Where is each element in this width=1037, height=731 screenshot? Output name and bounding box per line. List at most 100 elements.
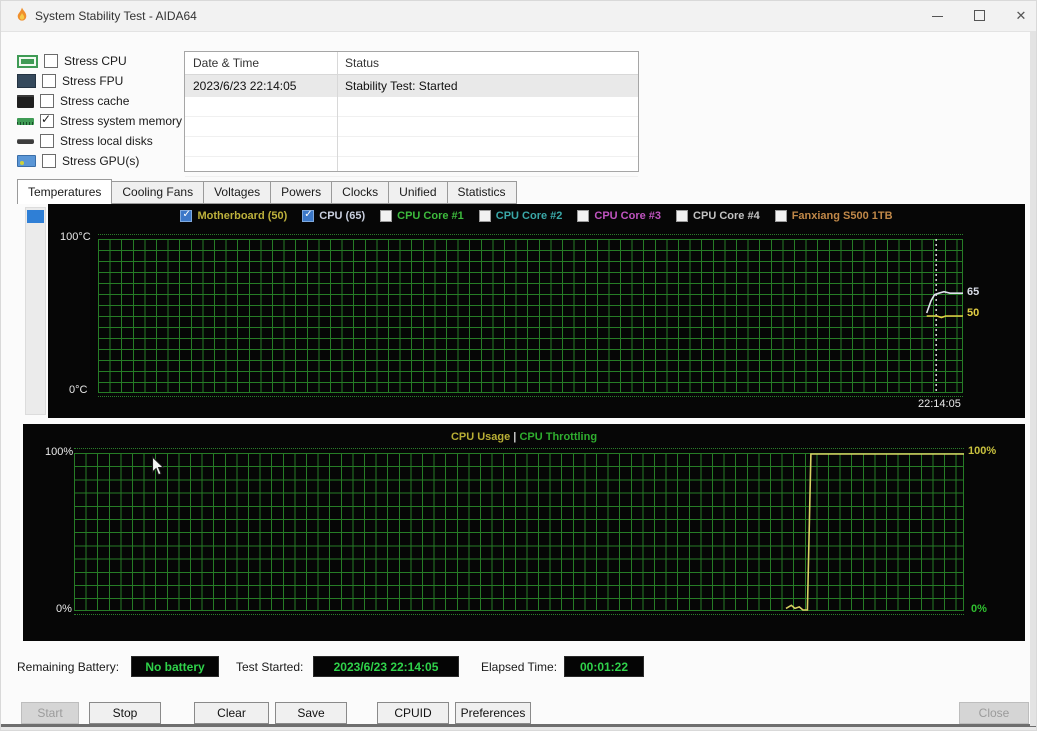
scrollbar-thumb[interactable] — [27, 210, 44, 223]
checkbox-stress-cpu[interactable] — [44, 54, 58, 68]
log-header-datetime[interactable]: Date & Time — [185, 56, 337, 70]
log-row-empty — [185, 137, 638, 157]
log-row[interactable]: 2023/6/23 22:14:05 Stability Test: Starte… — [185, 75, 638, 97]
stress-option-stress-fpu[interactable]: Stress FPU — [17, 71, 187, 91]
temp-chart-scrollbar[interactable] — [25, 207, 46, 415]
save-button[interactable]: Save — [275, 702, 347, 724]
tab-powers[interactable]: Powers — [271, 181, 333, 204]
legend-label: CPU Core #3 — [594, 210, 662, 222]
usage-y-max-right: 100% — [968, 445, 997, 457]
log-header-status[interactable]: Status — [337, 56, 379, 70]
cpu-usage-chart-panel: CPU Usage | CPU Throttling 100% 0% 100% … — [23, 424, 1025, 641]
current-temp-65: 65 — [967, 286, 980, 298]
checkbox-stress-system-memory[interactable] — [40, 112, 54, 128]
tab-cooling-fans[interactable]: Cooling Fans — [112, 181, 205, 204]
elapsed-time-value-box: 00:01:22 — [564, 656, 644, 677]
tab-voltages[interactable]: Voltages — [204, 181, 272, 204]
legend-checkbox-cpu-core-2[interactable] — [478, 210, 491, 222]
clear-button[interactable]: Clear — [194, 702, 269, 724]
log-row-empty — [185, 117, 638, 137]
temp-chart-grid — [98, 239, 963, 393]
log-cell-datetime: 2023/6/23 22:14:05 — [193, 79, 297, 93]
checkbox-stress-local-disks[interactable] — [40, 134, 54, 148]
legend-motherboard-50[interactable]: Motherboard (50) — [180, 209, 287, 222]
tab-temperatures[interactable]: Temperatures — [17, 179, 113, 204]
stress-options: Stress CPU Stress FPU Stress cache Stress s… — [17, 51, 187, 171]
current-temp-50: 50 — [967, 307, 980, 319]
checkbox-stress-fpu[interactable] — [42, 74, 56, 88]
legend-cpu-core-2[interactable]: CPU Core #2 — [478, 210, 562, 222]
stress-option-stress-cpu[interactable]: Stress CPU — [17, 51, 187, 71]
legend-cpu-core-4[interactable]: CPU Core #4 — [676, 210, 760, 222]
stress-option-label: Stress cache — [60, 94, 130, 108]
minimize-icon[interactable] — [920, 1, 954, 31]
flame-icon — [14, 7, 30, 24]
stress-option-label: Stress system memory — [60, 114, 183, 128]
test-started-value-box: 2023/6/23 22:14:05 — [313, 656, 459, 677]
start-button[interactable]: Start — [21, 702, 79, 724]
maximize-icon[interactable] — [962, 1, 996, 31]
stress-option-stress-cache[interactable]: Stress cache — [17, 91, 187, 111]
stop-button[interactable]: Stop — [89, 702, 161, 724]
column-divider — [337, 52, 338, 171]
log-header: Date & Time Status — [185, 52, 638, 75]
y-axis-min-label: 0°C — [69, 384, 88, 396]
preferences-button[interactable]: Preferences — [455, 702, 531, 724]
titlebar[interactable]: System Stability Test - AIDA64 ✕ — [1, 1, 1036, 32]
tab-bar: Temperatures Cooling Fans Voltages Powers Cl… — [17, 179, 517, 204]
gpu-icon — [17, 155, 36, 167]
disk-icon — [17, 138, 34, 144]
checkbox-stress-gpu-s[interactable] — [42, 154, 56, 168]
tab-statistics[interactable]: Statistics — [447, 181, 517, 204]
window-title: System Stability Test - AIDA64 — [35, 9, 197, 23]
stress-option-label: Stress GPU(s) — [62, 154, 140, 168]
memory-icon — [17, 117, 34, 125]
legend-label: CPU Core #1 — [397, 210, 464, 222]
legend-cpu-65[interactable]: CPU (65) — [302, 209, 365, 222]
close-button[interactable]: Close — [959, 702, 1029, 724]
log-row-empty — [185, 157, 638, 177]
cpu-chart-title: CPU Usage | CPU Throttling — [23, 431, 1025, 443]
battery-label: Remaining Battery: — [17, 660, 120, 674]
legend-checkbox-cpu-core-3[interactable] — [577, 210, 590, 222]
log-rows: 2023/6/23 22:14:05 Stability Test: Starte… — [185, 75, 638, 177]
tab-unified[interactable]: Unified — [389, 181, 448, 204]
stress-option-stress-system-memory[interactable]: Stress system memory — [17, 111, 187, 131]
log-cell-status: Stability Test: Started — [345, 79, 458, 93]
elapsed-time-label: Elapsed Time: — [481, 660, 558, 674]
legend-checkbox-motherboard-50[interactable] — [180, 209, 193, 222]
stress-option-label: Stress FPU — [62, 74, 124, 88]
legend-checkbox-cpu-core-1[interactable] — [380, 210, 393, 222]
stress-option-stress-gpu-s[interactable]: Stress GPU(s) — [17, 151, 187, 171]
test-started-label: Test Started: — [236, 660, 304, 674]
elapsed-time-value: 00:01:22 — [579, 659, 629, 674]
legend-fanxiang-s500-1tb[interactable]: Fanxiang S500 1TB — [774, 210, 893, 222]
fpu-icon — [17, 74, 36, 88]
legend-checkbox-cpu-65[interactable] — [302, 209, 315, 222]
usage-y-min-left: 0% — [56, 603, 72, 615]
cpu-chart-grid — [74, 453, 964, 611]
screen-bottom-strip — [1, 727, 1036, 730]
axis-ticks — [98, 396, 963, 397]
legend-label: Fanxiang S500 1TB — [791, 210, 893, 222]
stability-test-window: System Stability Test - AIDA64 ✕ Stress … — [0, 0, 1037, 731]
axis-ticks — [98, 234, 963, 235]
legend-checkbox-fanxiang-s500-1tb[interactable] — [774, 210, 787, 222]
legend-cpu-core-3[interactable]: CPU Core #3 — [577, 210, 661, 222]
close-icon[interactable]: ✕ — [1004, 1, 1036, 31]
stress-option-label: Stress local disks — [60, 134, 153, 148]
cpu-throttling-title: CPU Throttling — [519, 431, 598, 443]
y-axis-max-label: 100°C — [60, 231, 91, 243]
mouse-cursor — [151, 455, 165, 482]
title-separator: | — [513, 431, 517, 443]
stress-option-stress-local-disks[interactable]: Stress local disks — [17, 131, 187, 151]
checkbox-stress-cache[interactable] — [40, 94, 54, 108]
tab-clocks[interactable]: Clocks — [332, 181, 390, 204]
screen-right-strip — [1030, 31, 1036, 726]
log-row-empty — [185, 97, 638, 117]
legend-checkbox-cpu-core-4[interactable] — [676, 210, 689, 222]
event-log-table[interactable]: Date & Time Status 2023/6/23 22:14:05 Sta… — [184, 51, 639, 177]
legend-cpu-core-1[interactable]: CPU Core #1 — [380, 210, 464, 222]
usage-y-min-right: 0% — [971, 603, 987, 615]
cpuid-button[interactable]: CPUID — [377, 702, 449, 724]
